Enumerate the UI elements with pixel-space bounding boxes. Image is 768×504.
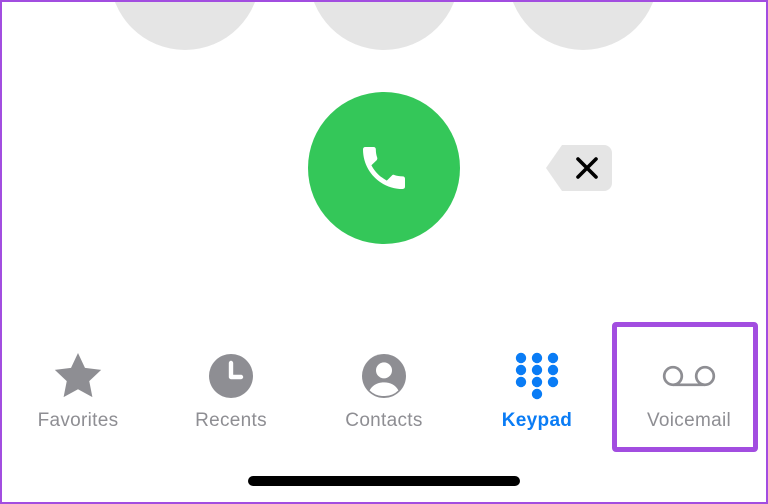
tab-contacts-label: Contacts xyxy=(345,410,423,431)
phone-icon xyxy=(363,147,405,189)
keypad-icon xyxy=(515,352,559,400)
tab-favorites[interactable]: Favorites xyxy=(3,340,153,440)
delete-button[interactable] xyxy=(546,145,612,191)
voicemail-highlight-box xyxy=(612,322,758,452)
tab-recents[interactable]: Recents xyxy=(156,340,306,440)
clock-icon xyxy=(209,354,253,398)
tab-keypad[interactable]: Keypad xyxy=(462,340,612,440)
tab-recents-label: Recents xyxy=(195,410,267,431)
tab-favorites-label: Favorites xyxy=(37,410,119,431)
call-button[interactable] xyxy=(308,92,460,244)
tab-keypad-label: Keypad xyxy=(501,410,573,431)
home-indicator[interactable] xyxy=(248,476,520,486)
tab-contacts[interactable]: Contacts xyxy=(309,340,459,440)
keypad-key-hash[interactable] xyxy=(508,0,658,50)
keypad-key-7[interactable] xyxy=(110,0,260,50)
person-icon xyxy=(362,354,406,398)
keypad-key-0[interactable]: + xyxy=(309,0,459,50)
star-icon xyxy=(54,353,102,398)
